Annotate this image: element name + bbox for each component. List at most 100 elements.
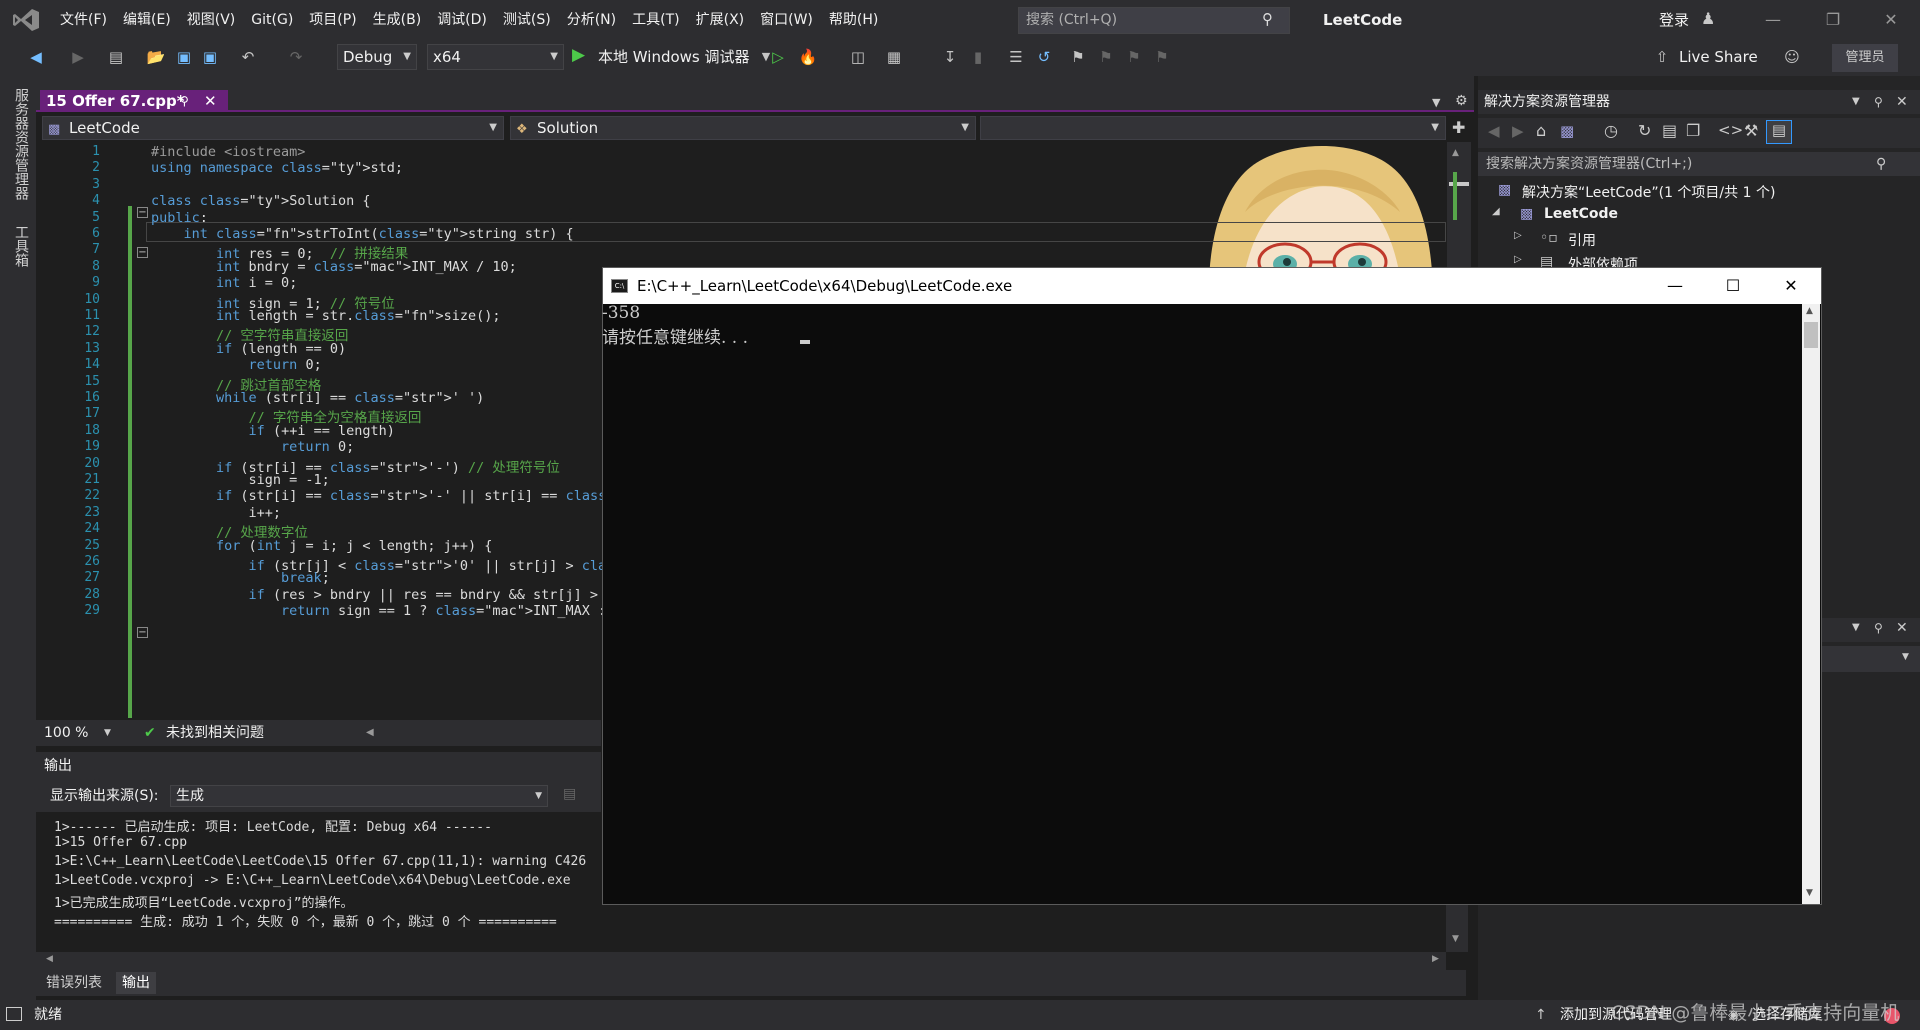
chevron-down-icon[interactable]: ▼ — [104, 720, 111, 746]
collapse-arrow-icon[interactable]: ▷ — [1514, 230, 1522, 241]
pin-icon[interactable]: ⚲ — [1874, 90, 1883, 114]
scroll-down-icon[interactable]: ▼ — [1452, 934, 1459, 944]
solution-folder-icon[interactable]: ◫ — [848, 46, 868, 68]
next-bookmark-icon[interactable]: ⚑ — [1124, 46, 1144, 68]
home-icon[interactable]: ⌂ — [1536, 121, 1546, 140]
live-share-icon[interactable]: ⇧ — [1652, 46, 1672, 68]
wrench-icon[interactable]: ⚒ — [1744, 121, 1758, 140]
forward-icon[interactable]: ▶ — [68, 46, 88, 68]
scope-navigation-dropdown[interactable]: ❖ Solution ▼ — [510, 116, 976, 140]
menu-view[interactable]: 视图(V) — [179, 0, 244, 40]
open-folder-icon[interactable]: 📂 — [146, 46, 166, 68]
solution-search-input[interactable]: 搜索解决方案资源管理器(Ctrl+;) ⚲ — [1478, 152, 1920, 176]
refresh-icon[interactable]: ↻ — [1638, 121, 1651, 140]
project-navigation-dropdown[interactable]: ▩ LeetCode ▼ — [42, 116, 504, 140]
gear-icon[interactable]: ⚙ — [1455, 93, 1468, 109]
arrow-up-icon[interactable]: ↑ — [1535, 1000, 1547, 1030]
console-maximize-button[interactable]: ☐ — [1704, 268, 1762, 304]
comment-icon[interactable]: ☰ — [1006, 46, 1026, 68]
fold-toggle-icon[interactable]: − — [137, 207, 148, 218]
tab-output[interactable]: 输出 — [116, 972, 156, 994]
menu-file[interactable]: 文件(F) — [52, 0, 115, 40]
fold-toggle-icon[interactable]: − — [137, 627, 148, 638]
toolbox-tab[interactable]: 工具箱 — [11, 225, 31, 267]
chevron-down-icon[interactable]: ▼ — [1852, 90, 1860, 114]
feedback-icon[interactable]: ☺ — [1782, 46, 1802, 68]
menu-project[interactable]: 项目(P) — [301, 0, 364, 40]
collapse-arrow-icon[interactable]: ▷ — [1514, 254, 1522, 265]
member-navigation-dropdown[interactable]: ▼ — [980, 116, 1446, 140]
menu-tools[interactable]: 工具(T) — [624, 0, 687, 40]
tree-project[interactable]: LeetCode — [1544, 206, 1618, 222]
minimize-button[interactable]: — — [1744, 0, 1802, 40]
save-all-icon[interactable]: ▣ — [200, 46, 220, 68]
start-debugging-button[interactable]: 本地 Windows 调试器 — [598, 44, 750, 70]
collapse-all-icon[interactable]: ▤ — [1662, 121, 1677, 140]
menu-window[interactable]: 窗口(W) — [752, 0, 821, 40]
menu-test[interactable]: 测试(S) — [495, 0, 559, 40]
menu-debug[interactable]: 调试(D) — [429, 0, 495, 40]
menu-help[interactable]: 帮助(H) — [821, 0, 886, 40]
switch-views-icon[interactable]: ▩ — [1560, 122, 1574, 140]
restore-button[interactable]: ❐ — [1804, 0, 1862, 40]
scroll-right-icon[interactable]: ▶ — [1432, 954, 1439, 964]
new-project-icon[interactable]: ▤ — [106, 46, 126, 68]
issues-status[interactable]: 未找到相关问题 — [166, 720, 264, 746]
scroll-left-icon[interactable]: ◀ — [366, 720, 374, 746]
history-icon[interactable]: ◷ — [1604, 121, 1618, 140]
signin-link[interactable]: 登录 — [1659, 0, 1689, 40]
console-vertical-scrollbar[interactable]: ▲ ▼ — [1802, 304, 1820, 904]
play-icon[interactable]: ▶ — [572, 45, 585, 65]
zoom-level[interactable]: 100 % — [44, 720, 88, 746]
close-icon[interactable]: ✕ — [204, 90, 217, 112]
forward-icon[interactable]: ▶ — [1512, 122, 1524, 140]
preview-icon[interactable]: ▤ — [1766, 120, 1792, 144]
menu-analyze[interactable]: 分析(N) — [559, 0, 624, 40]
console-window[interactable] — [602, 267, 1822, 905]
save-icon[interactable]: ▣ — [174, 46, 194, 68]
scroll-left-icon[interactable]: ◀ — [46, 954, 53, 964]
pin-icon[interactable]: ⚲ — [1874, 621, 1883, 635]
search-input[interactable]: 搜索 (Ctrl+Q) — [1018, 7, 1290, 34]
console-minimize-button[interactable]: — — [1646, 268, 1704, 304]
scroll-down-icon[interactable]: ▼ — [1806, 888, 1813, 898]
step-over-icon[interactable]: ▮ — [968, 46, 988, 68]
tab-error-list[interactable]: 错误列表 — [40, 972, 108, 994]
show-all-files-icon[interactable]: ❐ — [1686, 121, 1700, 140]
search-icon[interactable]: ⚲ — [1876, 152, 1886, 176]
console-scroll-thumb[interactable] — [1804, 322, 1818, 348]
tab-document[interactable]: 15 Offer 67.cpp* — [40, 90, 228, 112]
clear-output-icon[interactable]: ▤ — [563, 786, 576, 802]
notification-icon[interactable] — [6, 1007, 22, 1021]
tab-list-dropdown-icon[interactable]: ▼ — [1432, 96, 1440, 109]
tree-references[interactable]: 引用 — [1568, 230, 1596, 250]
output-horizontal-scrollbar[interactable]: ◀ ▶ — [36, 952, 1446, 970]
code-view-icon[interactable]: <> — [1718, 121, 1743, 139]
undo-icon[interactable]: ↶ — [238, 46, 258, 68]
fold-toggle-icon[interactable]: − — [137, 247, 148, 258]
configuration-select[interactable]: Debug ▼ — [337, 44, 417, 70]
expand-arrow-icon[interactable]: ◢ — [1492, 206, 1500, 217]
menu-build[interactable]: 生成(B) — [365, 0, 430, 40]
back-icon[interactable]: ◀ — [26, 46, 46, 68]
step-icon[interactable]: ↧ — [940, 46, 960, 68]
layout-icon[interactable]: ▦ — [884, 46, 904, 68]
chevron-down-icon[interactable]: ▼ — [1852, 622, 1860, 633]
bookmark-icon[interactable]: ⚑ — [1068, 46, 1088, 68]
hot-reload-icon[interactable]: 🔥 — [798, 46, 818, 68]
scroll-up-icon[interactable]: ▲ — [1452, 148, 1459, 158]
tree-solution[interactable]: 解决方案“LeetCode”(1 个项目/共 1 个) — [1522, 182, 1775, 202]
clear-bookmarks-icon[interactable]: ⚑ — [1152, 46, 1172, 68]
redo-icon[interactable]: ↷ — [286, 46, 306, 68]
split-editor-icon[interactable]: ✚ — [1452, 118, 1465, 137]
close-icon[interactable]: ✕ — [1896, 90, 1908, 114]
close-button[interactable]: ✕ — [1862, 0, 1920, 40]
pin-icon[interactable]: ⚲ — [180, 90, 189, 112]
start-without-debugging-icon[interactable]: ▷ — [768, 46, 788, 68]
menu-git[interactable]: Git(G) — [243, 0, 301, 40]
account-icon[interactable]: ♟ — [1701, 9, 1715, 28]
prev-bookmark-icon[interactable]: ⚑ — [1096, 46, 1116, 68]
search-icon[interactable]: ⚲ — [1262, 10, 1273, 28]
back-icon[interactable]: ◀ — [1488, 122, 1500, 140]
scroll-up-icon[interactable]: ▲ — [1806, 306, 1813, 316]
